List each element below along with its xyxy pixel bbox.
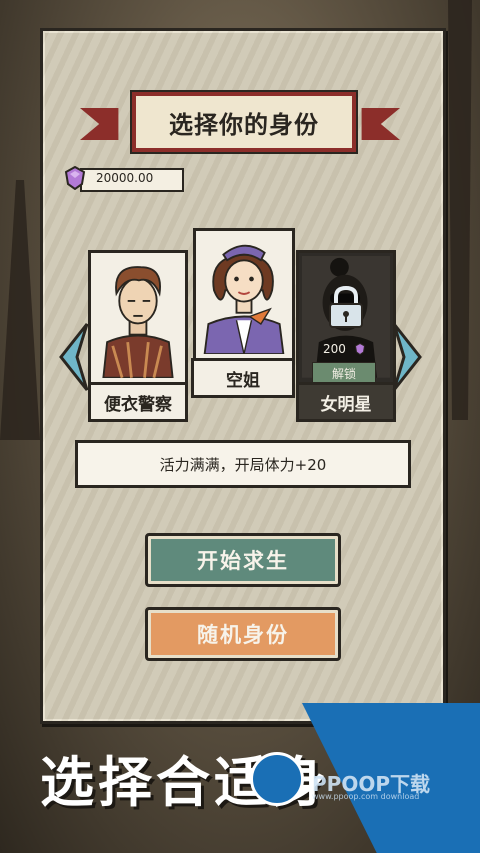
stewardess-portrait (199, 234, 289, 354)
start-survival-button[interactable]: 开始求生 (145, 533, 341, 587)
currency-display: 20000.00 (62, 166, 184, 192)
watermark-subtext: www.ppoop.com download (312, 792, 420, 801)
purple-gem-icon (354, 342, 365, 356)
description-text: 活力满满，开局体力+20 (159, 455, 327, 474)
page-title: 选择你的身份 (169, 110, 319, 139)
police-portrait (94, 256, 182, 378)
banner-box: 选择你的身份 (132, 92, 356, 152)
character-name: 便衣警察 (104, 394, 172, 415)
nameplate-police: 便衣警察 (88, 382, 188, 422)
lock-icon (329, 285, 363, 328)
watermark-logo-icon (250, 752, 304, 806)
character-card-stewardess[interactable] (193, 228, 295, 362)
price-value: 200 (323, 342, 346, 356)
currency-bar: 20000.00 (80, 168, 184, 192)
character-name: 女明星 (320, 394, 372, 415)
identity-description: 活力满满，开局体力+20 (75, 440, 411, 488)
character-card-police[interactable] (88, 250, 188, 386)
nameplate-stewardess: 空姐 (191, 358, 295, 398)
unlock-button[interactable]: 解锁 (312, 362, 376, 384)
unlock-price: 200 (323, 342, 367, 356)
purple-gem-icon (64, 166, 86, 190)
currency-value: 20000.00 (96, 171, 154, 185)
character-name: 空姐 (226, 370, 260, 391)
title-banner: 选择你的身份 (80, 88, 400, 156)
previous-arrow-icon[interactable] (55, 322, 89, 392)
next-arrow-icon[interactable] (392, 322, 426, 392)
nameplate-actress: 女明星 (296, 382, 396, 422)
random-identity-button[interactable]: 随机身份 (145, 607, 341, 661)
